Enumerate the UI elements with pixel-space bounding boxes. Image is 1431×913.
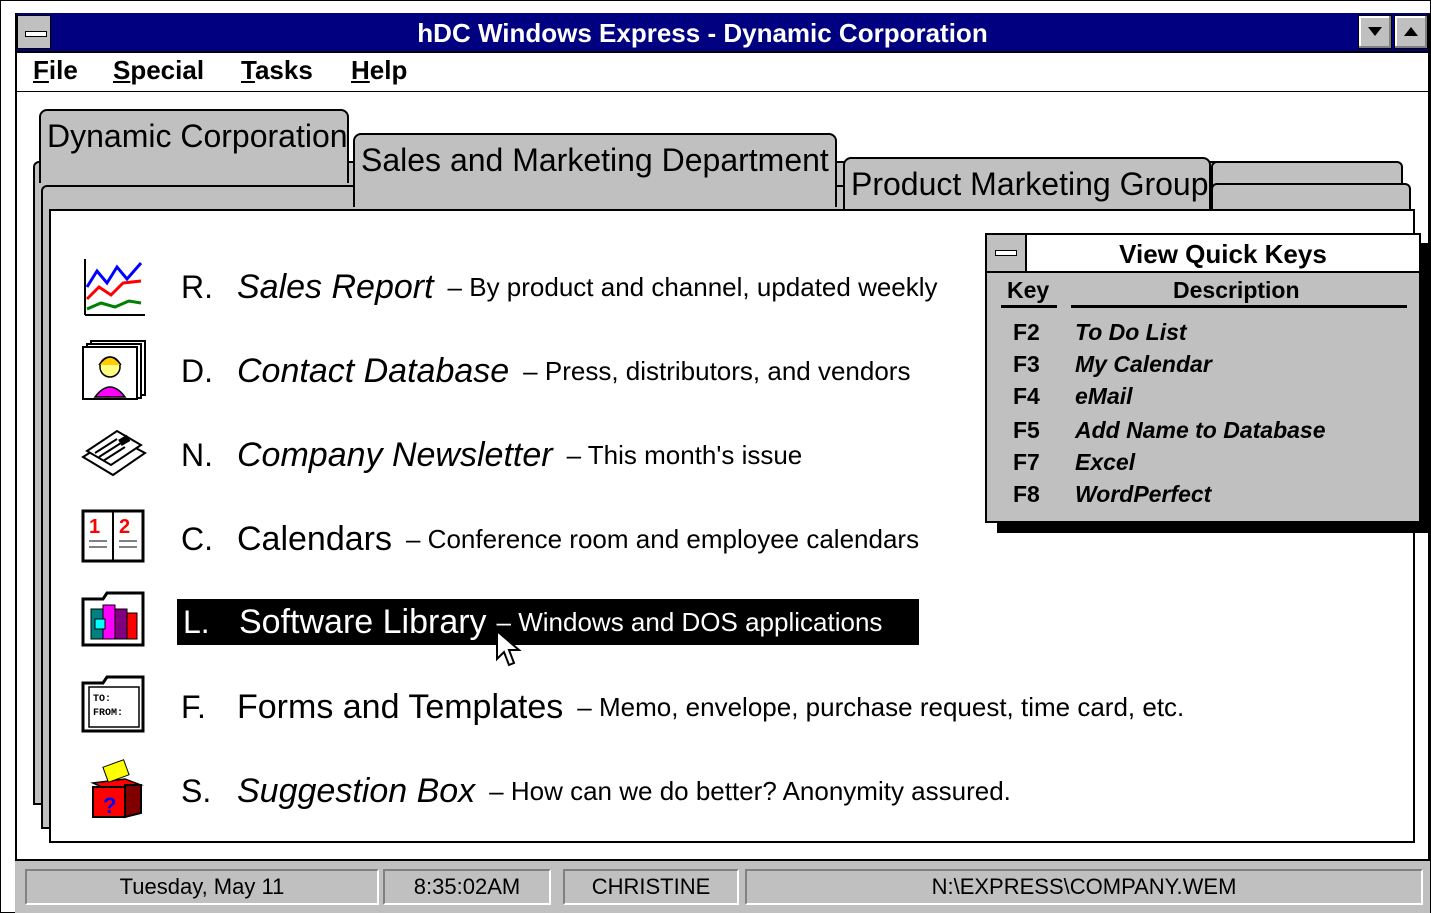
- quick-keys-description-header: Description: [1173, 277, 1300, 303]
- menu-item-software-library[interactable]: L. Software Library – Windows and DOS ap…: [177, 599, 919, 645]
- status-bar: Tuesday, May 11 8:35:02AM CHRISTINE N:\E…: [15, 859, 1430, 913]
- quick-keys-window[interactable]: View Quick Keys Key Description F2 To Do …: [985, 233, 1421, 523]
- divider: [1071, 305, 1407, 308]
- status-date: Tuesday, May 11: [25, 869, 379, 905]
- svg-text:TO:: TO:: [93, 694, 111, 705]
- quick-key-description: To Do List: [1075, 319, 1187, 345]
- item-key: N.: [181, 436, 213, 473]
- quick-key: F2: [1013, 319, 1040, 345]
- item-name: Calendars: [237, 519, 392, 558]
- rolodex-card-icon[interactable]: [81, 339, 147, 401]
- memo-form-icon[interactable]: TO: FROM:: [81, 673, 147, 735]
- svg-text:FROM:: FROM:: [93, 708, 123, 719]
- quick-key-description: Excel: [1075, 449, 1136, 475]
- menu-item-contact-database[interactable]: D. Contact Database – Press, distributor…: [181, 347, 910, 395]
- svg-text:?: ?: [103, 793, 116, 818]
- menu-file-label: File: [33, 55, 78, 85]
- item-name: Company Newsletter: [237, 435, 553, 474]
- item-name: Contact Database: [237, 351, 510, 390]
- app-window: hDC Windows Express - Dynamic Corporatio…: [0, 0, 1431, 913]
- menu-item-suggestion-box[interactable]: S. Suggestion Box – How can we do better…: [181, 767, 1011, 815]
- menu-item-company-newsletter[interactable]: N. Company Newsletter – This month's iss…: [181, 431, 802, 479]
- item-name: Suggestion Box: [237, 771, 476, 810]
- tab-dynamic-corporation[interactable]: Dynamic Corporation: [39, 109, 349, 183]
- menu-tasks-label: Tasks: [241, 55, 313, 85]
- system-menu-icon: [995, 250, 1017, 256]
- tab-product-marketing[interactable]: Product Marketing Group: [843, 157, 1211, 213]
- maximize-button[interactable]: [1394, 15, 1428, 49]
- calendar-icon[interactable]: 1 2: [81, 507, 147, 569]
- svg-text:1: 1: [89, 516, 100, 538]
- quick-keys-title-bar[interactable]: View Quick Keys: [987, 235, 1419, 273]
- mouse-pointer-icon: [496, 629, 522, 667]
- system-menu-icon: [25, 31, 47, 37]
- menu-help-label: Help: [351, 55, 408, 85]
- quick-keys-system-menu[interactable]: [987, 235, 1027, 271]
- menu-item-calendars[interactable]: C. Calendars – Conference room and emplo…: [181, 515, 919, 563]
- maximize-arrow-icon: [1404, 27, 1418, 36]
- item-key: C.: [181, 520, 213, 557]
- window-title: hDC Windows Express - Dynamic Corporatio…: [417, 18, 988, 48]
- system-menu-button[interactable]: [17, 15, 51, 49]
- tab-label: Sales and Marketing Department: [361, 142, 829, 178]
- quick-key: F3: [1013, 351, 1040, 377]
- quick-key: F7: [1013, 449, 1040, 475]
- quick-keys-key-header: Key: [1007, 277, 1050, 303]
- software-folder-icon[interactable]: [81, 589, 147, 651]
- quick-key-description: eMail: [1075, 383, 1133, 409]
- item-key: D.: [181, 352, 213, 389]
- item-description: – This month's issue: [566, 439, 803, 470]
- item-name: Forms and Templates: [237, 687, 564, 726]
- minimize-arrow-icon: [1368, 27, 1382, 36]
- item-description: – Windows and DOS applications: [496, 606, 883, 637]
- divider: [1001, 305, 1057, 308]
- status-file-path: N:\EXPRESS\COMPANY.WEM: [745, 869, 1423, 905]
- menu-bar: File Special Tasks Help: [15, 53, 1430, 92]
- quick-key: F5: [1013, 417, 1040, 443]
- item-name: Software Library: [239, 602, 487, 641]
- menu-help[interactable]: Help: [351, 55, 407, 86]
- line-chart-icon[interactable]: [81, 257, 147, 319]
- quick-key-description: My Calendar: [1075, 351, 1212, 377]
- item-key: F.: [181, 688, 206, 725]
- tab-sales-marketing[interactable]: Sales and Marketing Department: [353, 133, 837, 207]
- menu-special-label: Special: [113, 55, 205, 85]
- minimize-button[interactable]: [1358, 15, 1392, 49]
- item-description: – Memo, envelope, purchase request, time…: [577, 691, 1185, 722]
- menu-item-forms-templates[interactable]: F. Forms and Templates – Memo, envelope,…: [181, 683, 1184, 731]
- menu-special[interactable]: Special: [113, 55, 204, 86]
- item-key: L.: [183, 603, 210, 640]
- status-time: 8:35:02AM: [383, 869, 551, 905]
- item-name: Sales Report: [237, 267, 434, 306]
- item-description: – How can we do better? Anonymity assure…: [489, 775, 1011, 806]
- menu-file[interactable]: File: [33, 55, 78, 86]
- tab-label: Dynamic Corporation: [47, 118, 348, 154]
- item-description: – Conference room and employee calendars: [405, 523, 920, 554]
- svg-text:2: 2: [119, 516, 130, 538]
- window-right-border: [1428, 13, 1430, 861]
- newspaper-icon[interactable]: [81, 421, 147, 483]
- item-key: S.: [181, 772, 212, 809]
- status-user: CHRISTINE: [563, 869, 739, 905]
- quick-key: F4: [1013, 383, 1040, 409]
- tab-label: Product Marketing Group: [851, 166, 1209, 202]
- item-description: – By product and channel, updated weekly: [447, 271, 938, 302]
- quick-key-description: Add Name to Database: [1075, 417, 1326, 443]
- quick-key: F8: [1013, 481, 1040, 507]
- title-bar[interactable]: hDC Windows Express - Dynamic Corporatio…: [15, 13, 1430, 53]
- quick-keys-title: View Quick Keys: [1119, 239, 1327, 269]
- window-left-border: [15, 13, 17, 861]
- quick-key-description: WordPerfect: [1075, 481, 1212, 507]
- menu-item-sales-report[interactable]: R. Sales Report – By product and channel…: [181, 263, 938, 311]
- item-key: R.: [181, 268, 213, 305]
- menu-tasks[interactable]: Tasks: [241, 55, 313, 86]
- item-description: – Press, distributors, and vendors: [523, 355, 911, 386]
- suggestion-box-icon[interactable]: ?: [81, 757, 147, 819]
